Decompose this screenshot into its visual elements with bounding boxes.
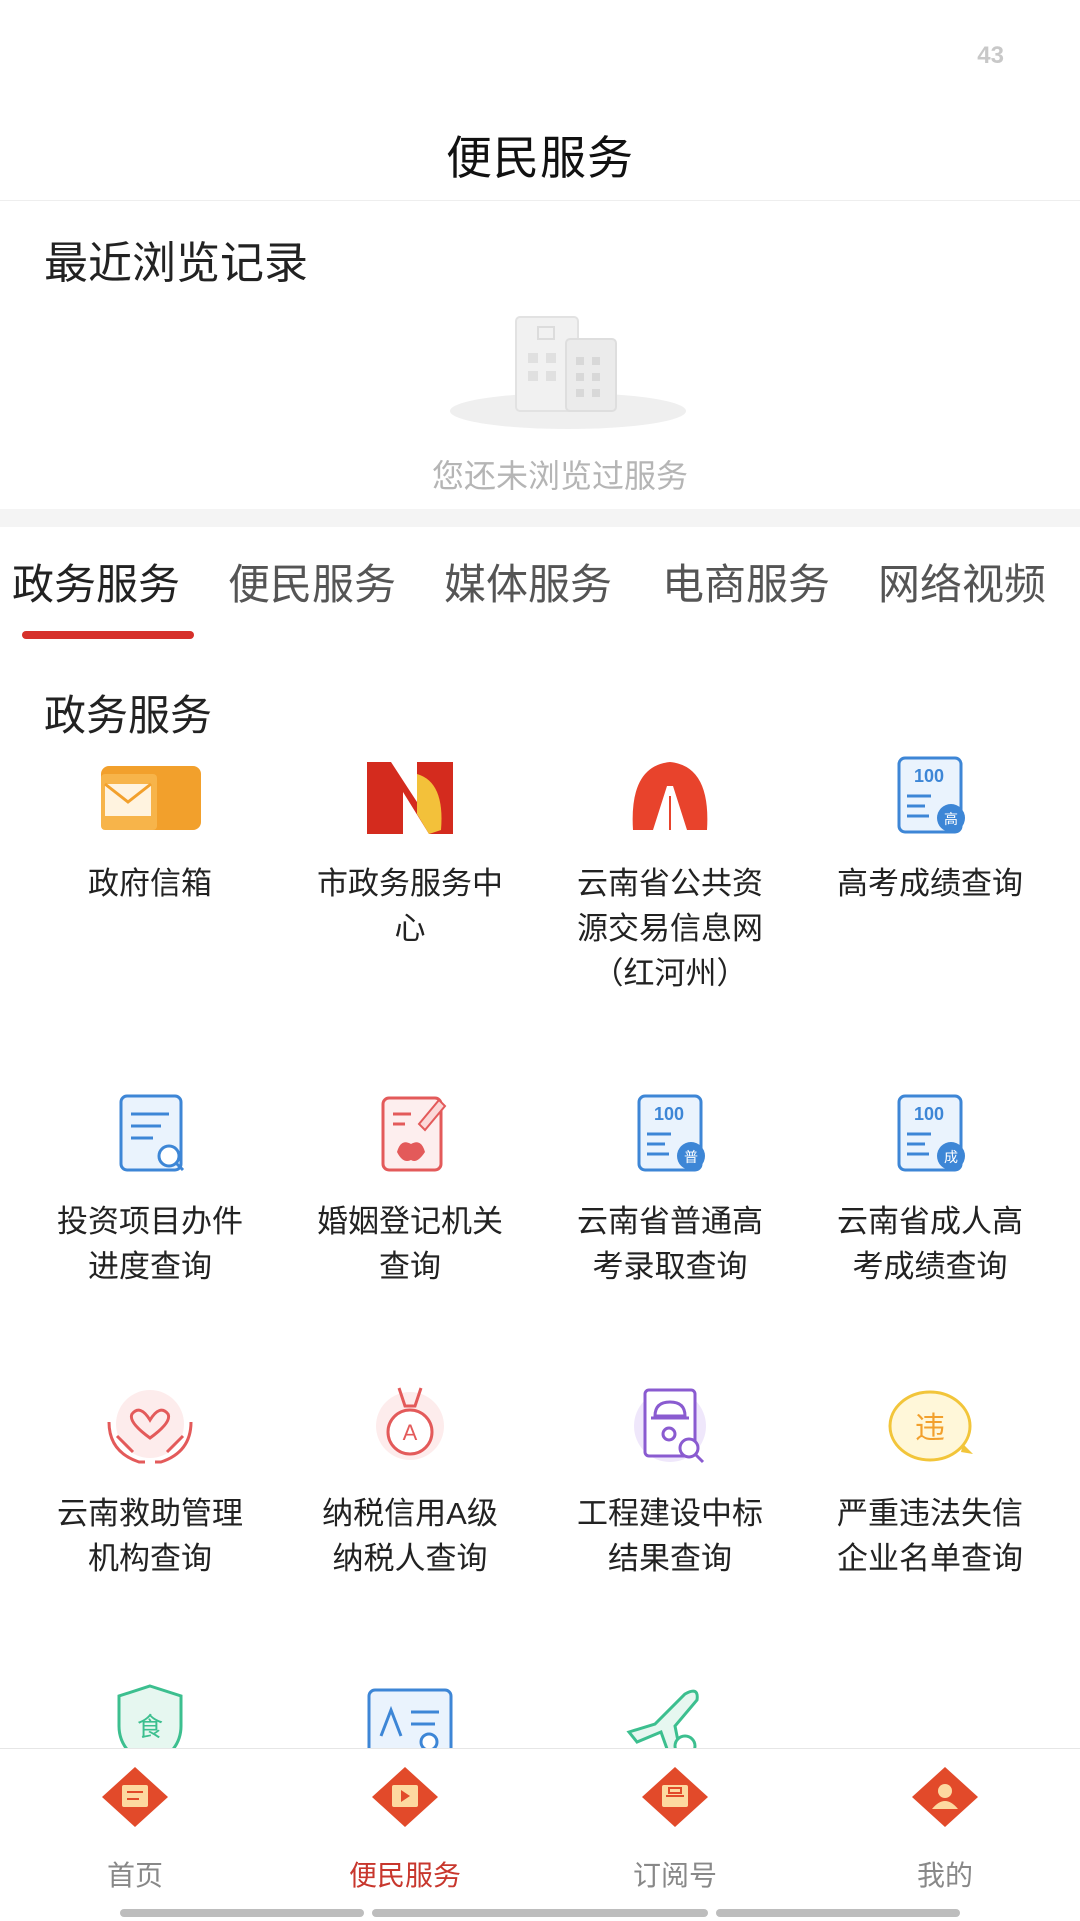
- svg-text:违: 违: [915, 1411, 945, 1446]
- gesture-bar-right: [716, 1909, 960, 1917]
- page-title: 便民服务: [446, 132, 634, 184]
- service-label: 云南省成人高考成绩查询: [837, 1204, 1023, 1284]
- gesture-bar-center: [372, 1909, 708, 1917]
- service-label: 高考成绩查询: [837, 866, 1023, 901]
- nav-home[interactable]: 首页: [0, 1765, 270, 1894]
- status-indicator: 43: [977, 42, 1004, 69]
- svg-text:普: 普: [684, 1150, 698, 1166]
- nav-label: 订阅号: [632, 1860, 717, 1891]
- service-label: 政府信箱: [88, 866, 212, 901]
- service-item-gov-mailbox[interactable]: 政府信箱: [20, 752, 280, 906]
- status-bar: 43: [0, 0, 1080, 110]
- empty-buildings-icon: [450, 316, 686, 429]
- svg-text:高: 高: [944, 811, 958, 828]
- nav-label: 我的: [916, 1860, 973, 1891]
- nav-label: 首页: [106, 1860, 163, 1891]
- nav-convenience[interactable]: 便民服务: [270, 1765, 540, 1894]
- recent-title: 最近浏览记录: [44, 239, 308, 288]
- trade-network-logo-icon: [632, 762, 708, 830]
- nav-profile[interactable]: 我的: [810, 1765, 1080, 1894]
- service-item-investment-progress[interactable]: 投资项目办件进度查询: [20, 1090, 280, 1289]
- service-label: 工程建设中标结果查询: [577, 1496, 763, 1576]
- medal-a-icon: A: [376, 1387, 444, 1460]
- service-item-gaokao-admission[interactable]: 100 普 云南省普通高考录取查询: [540, 1090, 800, 1289]
- service-label: 云南救助管理机构查询: [57, 1496, 243, 1576]
- score-gao-icon: 100 高: [897, 756, 965, 834]
- service-label: 投资项目办件进度查询: [57, 1204, 243, 1284]
- svg-text:100: 100: [914, 1104, 944, 1124]
- tab-ecommerce-services[interactable]: 电商服务: [662, 551, 830, 612]
- svg-text:食: 食: [137, 1713, 163, 1743]
- helping-hands-icon: [107, 1390, 193, 1464]
- service-item-gov-service-center[interactable]: 市政务服务中心: [280, 752, 540, 951]
- service-item-adult-gaokao-score[interactable]: 100 成 云南省成人高考成绩查询: [800, 1090, 1060, 1289]
- svg-text:100: 100: [654, 1104, 684, 1124]
- tab-online-video[interactable]: 网络视频: [878, 551, 1046, 612]
- home-news-icon: [102, 1767, 168, 1827]
- service-item-construction-bids[interactable]: 工程建设中标结果查询: [540, 1382, 800, 1581]
- section-title: 政务服务: [44, 692, 213, 739]
- service-item-dishonest-enterprises[interactable]: 违 严重违法失信企业名单查询: [800, 1382, 1060, 1581]
- svg-text:成: 成: [944, 1150, 958, 1166]
- document-search-icon: [119, 1094, 185, 1172]
- service-label: 纳税信用A级纳税人查询: [322, 1496, 498, 1576]
- category-tabs: 政务服务 便民服务 媒体服务 电商服务 网络视频: [0, 527, 1080, 641]
- service-item-marriage-registry[interactable]: 婚姻登记机关查询: [280, 1090, 540, 1289]
- svg-text:100: 100: [914, 766, 944, 786]
- marriage-registry-icon: [381, 1096, 447, 1172]
- score-pu-icon: 100 普: [637, 1094, 705, 1172]
- subscription-icon: [642, 1767, 708, 1827]
- bottom-nav: 首页 便民服务 订阅号 我的: [0, 1748, 1080, 1921]
- service-label: 云南省普通高考录取查询: [577, 1204, 763, 1284]
- tab-gov-services[interactable]: 政务服务: [12, 551, 180, 612]
- score-cheng-icon: 100 成: [897, 1094, 965, 1172]
- nav-subscriptions[interactable]: 订阅号: [540, 1765, 810, 1894]
- violation-badge-icon: 违: [888, 1390, 973, 1462]
- profile-icon: [912, 1767, 978, 1827]
- construction-search-icon: [634, 1388, 706, 1464]
- mailbox-icon: [101, 766, 201, 830]
- service-label: 婚姻登记机关查询: [317, 1204, 503, 1284]
- tab-media-services[interactable]: 媒体服务: [444, 551, 612, 612]
- svg-text:A: A: [403, 1420, 418, 1445]
- recent-section: 最近浏览记录 您还未浏览过服务: [0, 201, 1080, 509]
- service-label: 云南省公共资源交易信息网（红河州）: [577, 866, 763, 991]
- service-label: 严重违法失信企业名单查询: [837, 1496, 1023, 1576]
- page-header: 便民服务: [0, 110, 1080, 201]
- active-tab-indicator: [22, 631, 194, 639]
- empty-state-text: 您还未浏览过服务: [431, 458, 688, 494]
- service-item-gaokao-score[interactable]: 100 高 高考成绩查询: [800, 752, 1060, 906]
- service-label: 市政务服务中心: [317, 866, 503, 946]
- service-item-public-resource-trade[interactable]: 云南省公共资源交易信息网（红河州）: [540, 752, 800, 996]
- section-divider: [0, 509, 1080, 527]
- gesture-bar-left: [120, 1909, 364, 1917]
- service-item-rescue-agency[interactable]: 云南救助管理机构查询: [20, 1382, 280, 1581]
- video-service-icon: [372, 1767, 438, 1827]
- service-item-tax-credit-a[interactable]: A 纳税信用A级纳税人查询: [280, 1382, 540, 1581]
- nav-label: 便民服务: [348, 1860, 461, 1891]
- tab-convenience-services[interactable]: 便民服务: [228, 551, 396, 612]
- service-center-logo-icon: [367, 762, 453, 834]
